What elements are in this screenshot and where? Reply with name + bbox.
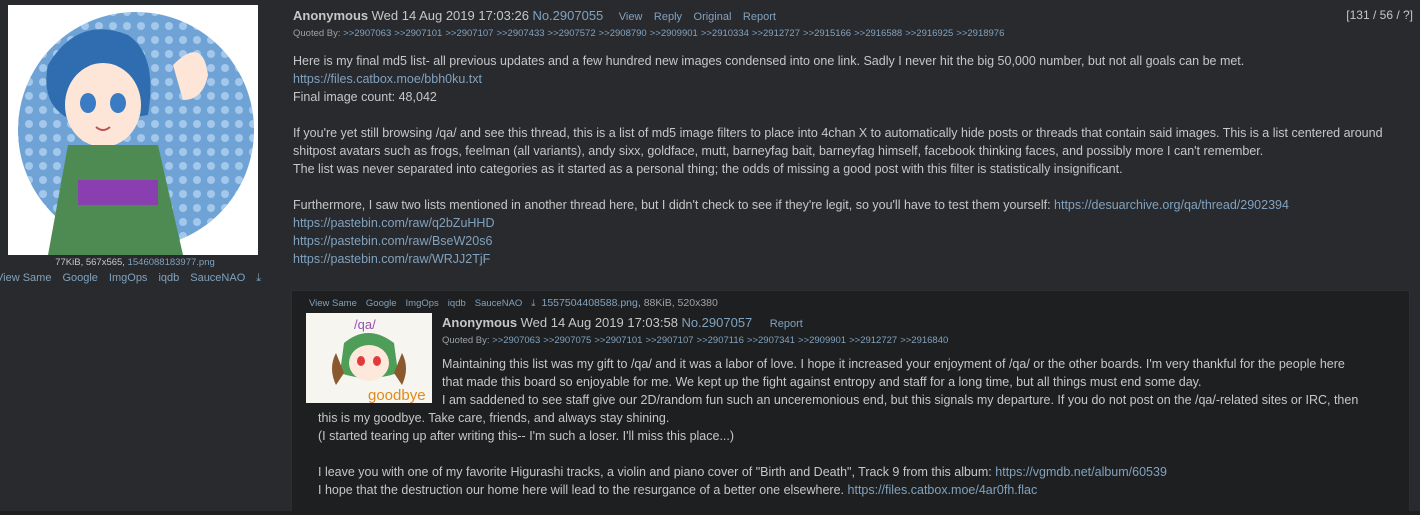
backlink[interactable]: >>2907107 [445, 28, 493, 39]
file-info-text: 77KiB, 567x565, [55, 257, 125, 268]
thread-counter: [131 / 56 / ?] [1346, 8, 1413, 22]
backlink[interactable]: >>2912727 [849, 335, 897, 346]
backlink[interactable]: >>2916925 [905, 28, 953, 39]
post-text: I hope that the destruction our home her… [318, 483, 845, 497]
backlink[interactable]: >>2907341 [747, 335, 795, 346]
backlink[interactable]: >>2916588 [854, 28, 902, 39]
iqdb-link[interactable]: iqdb [158, 272, 179, 284]
op-thumbnail[interactable] [8, 5, 258, 255]
imgops-link[interactable]: ImgOps [109, 272, 148, 284]
post-text: I leave you with one of my favorite Higu… [318, 465, 992, 479]
post-date: Wed 14 Aug 2019 17:03:58 [520, 315, 678, 330]
post-link[interactable]: https://vgmdb.net/album/60539 [995, 465, 1167, 479]
thumb-caption-top: /qa/ [354, 317, 376, 332]
backlink[interactable]: >>2907572 [548, 28, 596, 39]
page-bottom-edge [0, 511, 1420, 515]
post-link[interactable]: https://desuarchive.org/qa/thread/290239… [1054, 198, 1289, 212]
reply-file-info: , 88KiB, 520x380 [637, 297, 718, 309]
original-button[interactable]: Original [694, 11, 732, 23]
quoted-by-label: Quoted By: [293, 28, 341, 39]
backlink[interactable]: >>2907107 [645, 335, 693, 346]
quoted-by-label: Quoted By: [442, 335, 490, 346]
post-text: If you're yet still browsing /qa/ and se… [293, 126, 1383, 158]
backlink[interactable]: >>2907116 [697, 335, 744, 346]
post-text: I am saddened to see staff give our 2D/r… [442, 393, 1359, 407]
post-date: Wed 14 Aug 2019 17:03:26 [371, 8, 529, 23]
backlink[interactable]: >>2909901 [650, 28, 698, 39]
view-same-link[interactable]: View Same [309, 298, 357, 309]
backlink[interactable]: >>2916840 [900, 335, 948, 346]
backlink[interactable]: >>2908790 [599, 28, 647, 39]
op-quoted-by: Quoted By: >>2907063 >>2907101 >>2907107 >>… [293, 28, 1007, 39]
reply-post-body: Maintaining this list was my gift to /qa… [318, 355, 1403, 499]
op-post-header: Anonymous Wed 14 Aug 2019 17:03:26 No.29… [293, 8, 776, 23]
google-link[interactable]: Google [62, 272, 97, 284]
backlink[interactable]: >>2907101 [394, 28, 442, 39]
backlink[interactable]: >>2907063 [343, 28, 391, 39]
reply-image-search-links: View Same Google ImgOps iqdb SauceNAO ⤓ 155750… [309, 297, 727, 309]
report-button[interactable]: Report [770, 318, 803, 330]
reply-quoted-by: Quoted By: >>2907063 >>2907075 >>2907101 >>… [442, 335, 951, 346]
op-file-info: 77KiB, 567x565, 1546088183977.png [0, 257, 270, 268]
imgops-link[interactable]: ImgOps [406, 298, 439, 309]
reply-file-link[interactable]: 1557504408588.png [542, 297, 638, 309]
backlink[interactable]: >>2907433 [496, 28, 544, 39]
saucenao-link[interactable]: SauceNAO [190, 272, 245, 284]
backlink[interactable]: >>2910334 [701, 28, 749, 39]
reply-post: View Same Google ImgOps iqdb SauceNAO ⤓ 155750… [291, 290, 1410, 512]
post-text: Here is my final md5 list- all previous … [293, 54, 1245, 68]
report-button[interactable]: Report [743, 11, 776, 23]
post-link[interactable]: https://files.catbox.moe/bbh0ku.txt [293, 72, 482, 86]
post-text: Maintaining this list was my gift to /qa… [442, 357, 1345, 371]
op-file-link[interactable]: 1546088183977.png [128, 257, 215, 268]
poster-name: Anonymous [442, 315, 518, 330]
op-image-search-links: View Same Google ImgOps iqdb SauceNAO ⤓ [0, 272, 280, 285]
view-same-link[interactable]: View Same [0, 272, 51, 284]
post-text: (I started tearing up after writing this… [318, 429, 735, 443]
view-button[interactable]: View [619, 11, 643, 23]
post-link[interactable]: https://files.catbox.moe/4ar0fh.flac [848, 483, 1038, 497]
google-link[interactable]: Google [366, 298, 397, 309]
post-link[interactable]: https://pastebin.com/raw/q2bZuHHD [293, 216, 494, 230]
backlink[interactable]: >>2909901 [798, 335, 846, 346]
download-icon[interactable]: ⤓ [256, 272, 261, 284]
post-number[interactable]: No.2907057 [681, 315, 752, 330]
download-icon[interactable]: ⤓ [531, 298, 535, 309]
backlink[interactable]: >>2912727 [752, 28, 800, 39]
post-text: The list was never separated into catego… [293, 162, 1123, 176]
post-number[interactable]: No.2907055 [532, 8, 603, 23]
saucenao-link[interactable]: SauceNAO [475, 298, 523, 309]
backlink[interactable]: >>2918976 [956, 28, 1004, 39]
backlink[interactable]: >>2915166 [803, 28, 851, 39]
post-text: this is my goodbye. Take care, friends, … [318, 411, 670, 425]
backlink[interactable]: >>2907063 [492, 335, 540, 346]
post-link[interactable]: https://pastebin.com/raw/WRJJ2TjF [293, 252, 490, 266]
op-post-body: Here is my final md5 list- all previous … [293, 52, 1408, 268]
iqdb-link[interactable]: iqdb [448, 298, 466, 309]
reply-post-header: Anonymous Wed 14 Aug 2019 17:03:58 No.29… [442, 315, 803, 330]
post-text: that made this board so enjoyable for me… [442, 375, 1202, 389]
post-text: Final image count: 48,042 [293, 90, 437, 104]
reply-button[interactable]: Reply [654, 11, 682, 23]
post-text: Furthermore, I saw two lists mentioned i… [293, 198, 1051, 212]
poster-name: Anonymous [293, 8, 369, 23]
backlink[interactable]: >>2907101 [594, 335, 642, 346]
post-link[interactable]: https://pastebin.com/raw/BseW20s6 [293, 234, 492, 248]
backlink[interactable]: >>2907075 [543, 335, 591, 346]
